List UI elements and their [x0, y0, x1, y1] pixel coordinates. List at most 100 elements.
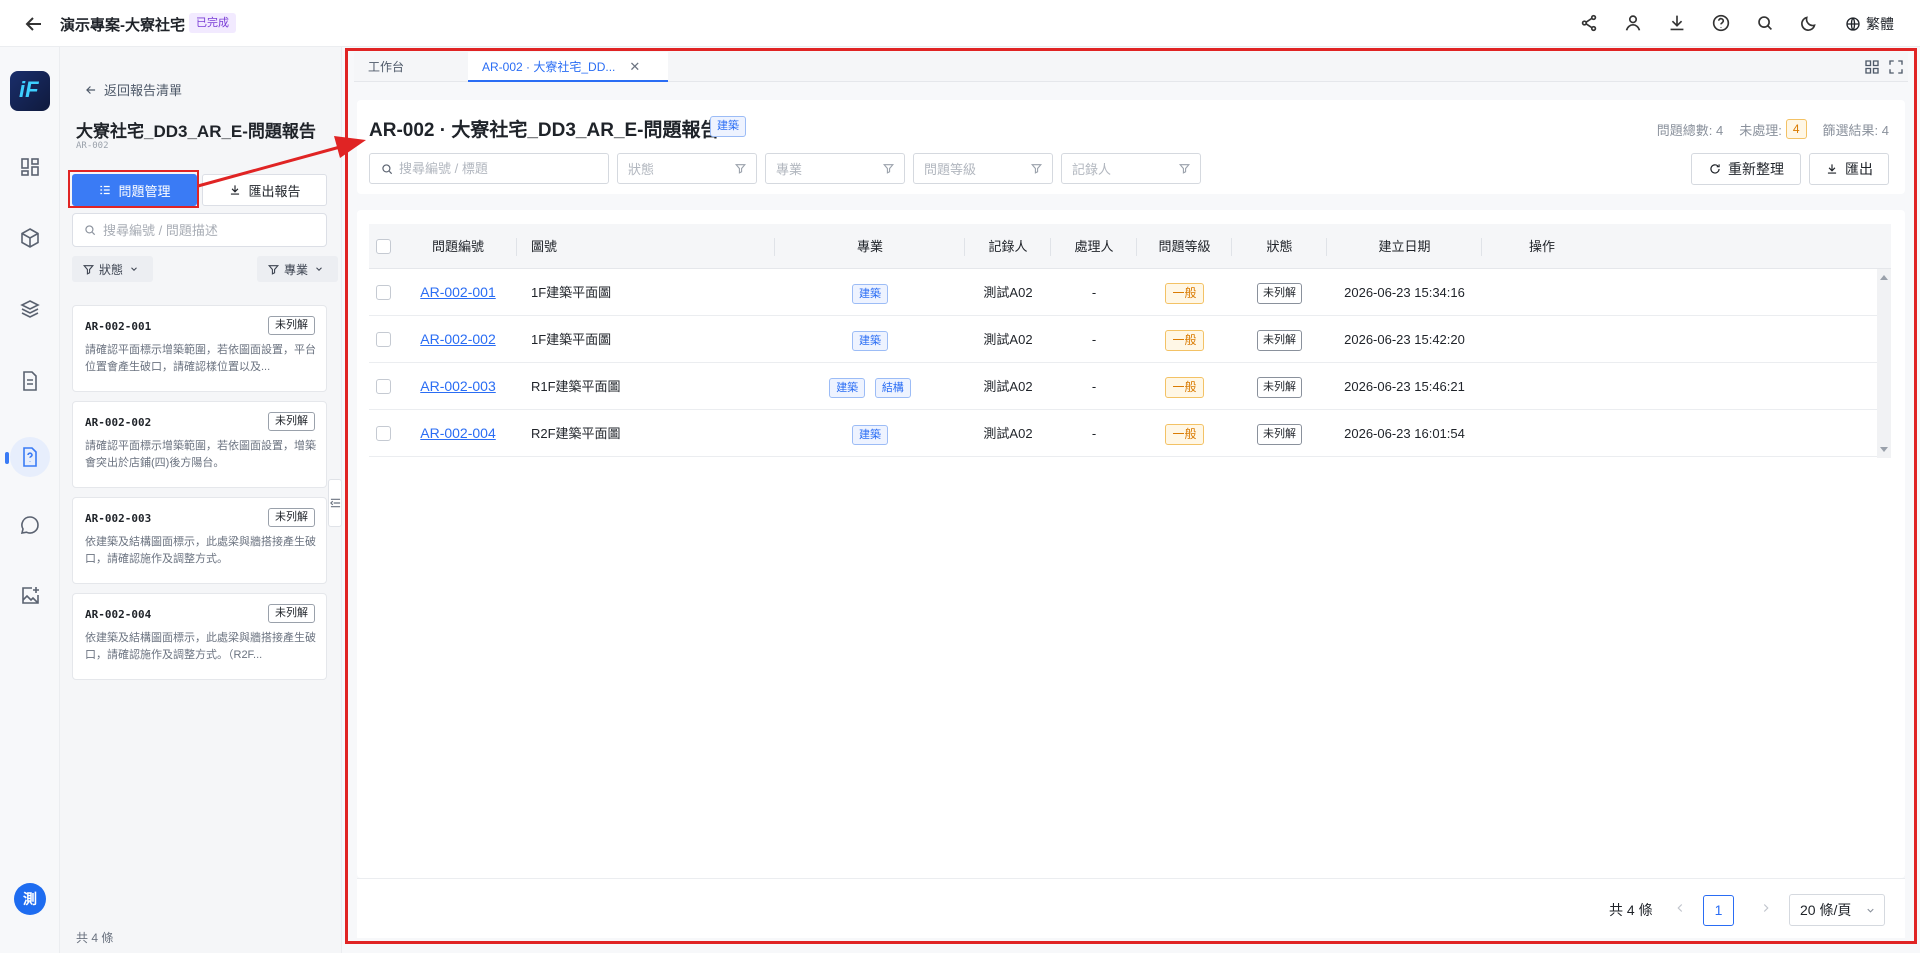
chevron-down-icon	[131, 267, 137, 271]
column-header[interactable]: 專業	[775, 224, 965, 269]
level-filter-select[interactable]: 問題等級	[913, 153, 1053, 184]
back-arrow-icon[interactable]	[22, 12, 46, 36]
table-row[interactable]: AR-002-002 1F建築平面圖 建築 測試A02 - 一般 未列解 202…	[369, 316, 1877, 363]
discipline-filter-placeholder: 專業	[776, 162, 803, 177]
chevron-right-icon[interactable]	[1759, 901, 1773, 915]
dashboard-icon[interactable]	[18, 155, 42, 179]
chevron-down-icon	[1867, 908, 1874, 913]
issue-card-id: AR-002-002	[85, 416, 152, 429]
app-logo[interactable]: iF	[10, 71, 50, 111]
issue-stats: 問題總數: 4 未處理: 4 篩選結果: 4	[1657, 119, 1889, 139]
issue-id-link[interactable]: AR-002-004	[420, 425, 496, 441]
column-header[interactable]: 問題編號	[399, 224, 517, 269]
table-row[interactable]: AR-002-001 1F建築平面圖 建築 測試A02 - 一般 未列解 202…	[369, 269, 1877, 316]
drawing-number: 1F建築平面圖	[531, 285, 612, 300]
issue-id-link[interactable]: AR-002-001	[420, 284, 496, 300]
scroll-down-icon[interactable]	[1880, 447, 1888, 452]
column-header[interactable]: 建立日期	[1327, 224, 1482, 269]
scroll-up-icon[interactable]	[1880, 275, 1888, 280]
page-size-label: 20 條/頁	[1800, 902, 1852, 918]
level-tag: 一般	[1165, 330, 1204, 352]
back-link-label: 返回報告清單	[104, 83, 183, 98]
document-icon[interactable]	[18, 369, 42, 393]
discipline-tag: 建築	[829, 377, 866, 398]
table-scrollbar[interactable]	[1877, 269, 1891, 458]
column-header[interactable]: 處理人	[1051, 224, 1137, 269]
issue-card[interactable]: AR-002-004 未列解 依建築及結構圖面標示，此處梁與牆搭接產生破口，請確…	[72, 593, 327, 680]
refresh-button[interactable]: 重新整理	[1691, 153, 1801, 185]
recorder-filter-placeholder: 記錄人	[1072, 162, 1112, 177]
level-cell: 一般	[1137, 410, 1232, 457]
status-cell: 未列解	[1232, 316, 1327, 363]
select-all-checkbox[interactable]	[376, 239, 391, 254]
annotation-highlight-box	[68, 170, 199, 208]
discipline-filter-label: 專業	[284, 262, 309, 277]
discipline-tag: 結構	[874, 377, 911, 398]
column-header[interactable]: 記錄人	[965, 224, 1051, 269]
column-header[interactable]: 狀態	[1232, 224, 1327, 269]
split-view-icon[interactable]	[1863, 58, 1881, 76]
status-tag: 未列解	[1257, 283, 1302, 305]
help-icon[interactable]	[1710, 12, 1732, 34]
image-add-icon[interactable]	[18, 584, 42, 608]
status-tag: 未列解	[1257, 330, 1302, 352]
filter-icon	[1178, 164, 1191, 174]
chat-icon[interactable]	[18, 513, 42, 537]
close-icon[interactable]: ✕	[629, 59, 640, 74]
fullscreen-icon[interactable]	[1887, 58, 1905, 76]
search-icon[interactable]	[1754, 12, 1776, 34]
row-checkbox[interactable]	[376, 426, 391, 441]
status-filter-button[interactable]: 狀態	[72, 256, 154, 282]
issue-id-link[interactable]: AR-002-002	[420, 331, 496, 347]
discipline-filter-button[interactable]: 專業	[257, 256, 339, 282]
active-indicator	[5, 452, 9, 464]
avatar[interactable]: 測	[14, 883, 46, 915]
drawing-number: 1F建築平面圖	[531, 332, 612, 347]
issue-table-panel: 問題編號 圖號 專業 記錄人 處理人 問題等級 狀態 建立日期 操作 AR-00…	[357, 210, 1905, 878]
issue-id-link[interactable]: AR-002-003	[420, 378, 496, 394]
table-row[interactable]: AR-002-004 R2F建築平面圖 建築 測試A02 - 一般 未列解 20…	[369, 410, 1877, 457]
collapse-icon	[330, 498, 341, 508]
chevron-down-icon	[316, 267, 322, 271]
issue-card-description: 請確認平面標示增築範圍，若依圖面設置，平台位置會產生破口，請確認樣位置以及...	[85, 344, 316, 373]
issue-card-id: AR-002-004	[85, 608, 152, 621]
column-header[interactable]: 問題等級	[1137, 224, 1232, 269]
status-cell: 未列解	[1232, 269, 1327, 316]
page-size-select[interactable]: 20 條/頁	[1789, 894, 1885, 926]
recorder: 測試A02	[983, 426, 1033, 441]
column-header[interactable]: 圖號	[517, 224, 775, 269]
issue-card[interactable]: AR-002-002 未列解 請確認平面標示增築範圍，若依圖面設置，增築會突出於…	[72, 401, 327, 488]
sidebar-collapse-handle[interactable]	[328, 479, 342, 527]
row-checkbox[interactable]	[376, 285, 391, 300]
recorder-filter-select[interactable]: 記錄人	[1061, 153, 1201, 184]
chevron-left-icon[interactable]	[1673, 901, 1687, 915]
export-button[interactable]: 匯出	[1809, 153, 1889, 185]
back-to-report-list-link[interactable]: 返回報告清單	[84, 80, 182, 99]
issue-search-input[interactable]	[399, 161, 589, 176]
dark-mode-icon[interactable]	[1798, 12, 1820, 34]
download-icon[interactable]	[1666, 12, 1688, 34]
tab-report[interactable]: AR-002 · 大寮社宅_DD... ✕	[468, 52, 668, 82]
language-switch[interactable]: 繁體	[1845, 14, 1894, 34]
discipline-filter-select[interactable]: 專業	[765, 153, 905, 184]
row-checkbox[interactable]	[376, 379, 391, 394]
table-row[interactable]: AR-002-003 R1F建築平面圖 建築 結構 測試A02 - 一般 未列解…	[369, 363, 1877, 410]
export-report-button[interactable]: 匯出報告	[202, 174, 327, 206]
discipline-tag: 建築	[852, 424, 888, 445]
user-switch-icon[interactable]	[1622, 12, 1644, 34]
row-checkbox[interactable]	[376, 332, 391, 347]
tab-workbench[interactable]: 工作台	[354, 52, 468, 82]
status-filter-select[interactable]: 狀態	[617, 153, 757, 184]
discipline-tag: 建築	[852, 283, 888, 304]
issue-card[interactable]: AR-002-001 未列解 請確認平面標示增築範圍，若依圖面設置，平台位置會產…	[72, 305, 327, 392]
layers-icon[interactable]	[18, 297, 42, 321]
page-number-button[interactable]: 1	[1703, 895, 1734, 926]
issue-card[interactable]: AR-002-003 未列解 依建築及結構圖面標示，此處梁與牆搭接產生破口，請確…	[72, 497, 327, 584]
level-tag: 一般	[1165, 424, 1204, 446]
sidebar-search-input[interactable]	[103, 222, 303, 238]
filter-icon	[267, 264, 280, 275]
issue-report-icon[interactable]	[18, 445, 42, 469]
share-icon[interactable]	[1578, 12, 1600, 34]
cube-icon[interactable]	[18, 226, 42, 250]
report-title: 大寮社宅_DD3_AR_E-問題報告	[76, 122, 316, 141]
